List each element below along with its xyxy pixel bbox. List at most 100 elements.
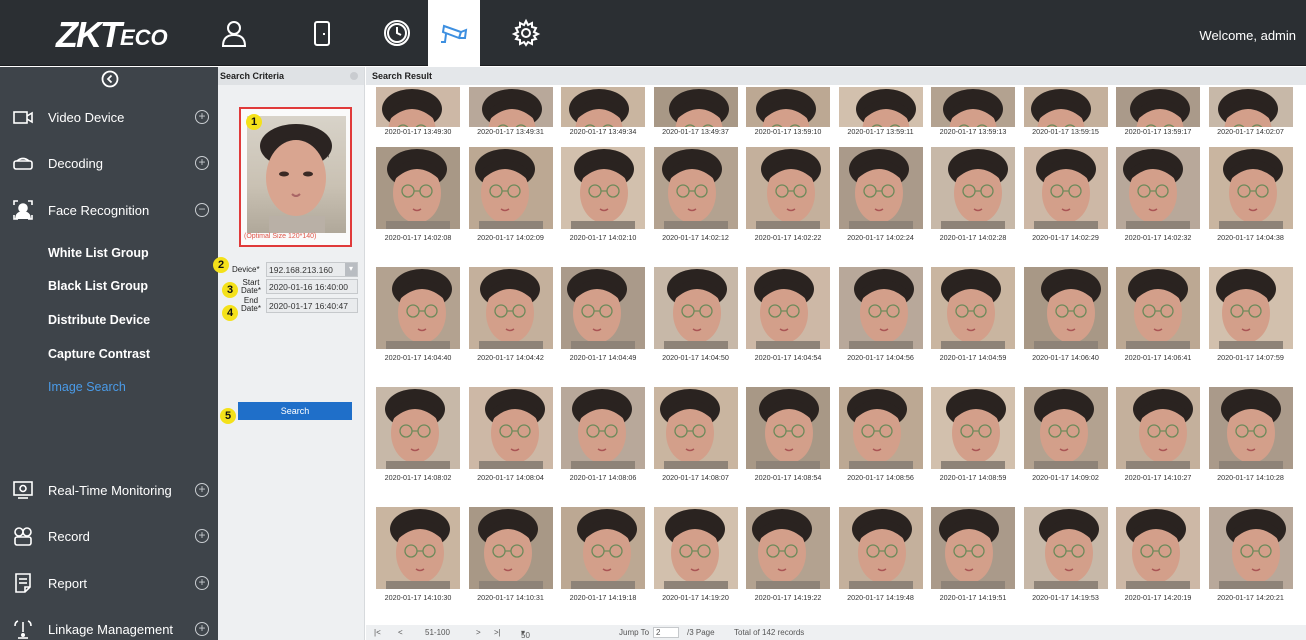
captured-face-thumbnail[interactable] (1116, 267, 1200, 349)
sidebar-item-decoding[interactable]: Decoding + (0, 143, 218, 183)
collapse-icon[interactable]: − (195, 203, 209, 217)
captured-face-thumbnail[interactable] (561, 507, 645, 589)
captured-face-thumbnail[interactable] (1023, 147, 1108, 229)
captured-face-thumbnail[interactable] (376, 147, 460, 229)
next-page-button[interactable]: > (476, 628, 481, 637)
prev-page-button[interactable]: < (398, 628, 403, 637)
capture-timestamp: 2020-01-17 14:04:42 (477, 353, 544, 362)
captured-face-thumbnail[interactable] (468, 387, 553, 469)
captured-face-thumbnail[interactable] (1023, 267, 1108, 349)
first-page-button[interactable]: |< (374, 628, 381, 637)
sidebar-subitem-distribute-device[interactable]: Distribute Device (48, 313, 150, 327)
captured-face-thumbnail[interactable] (838, 87, 923, 127)
captured-face-thumbnail[interactable] (838, 267, 923, 349)
captured-face-thumbnail[interactable] (653, 147, 738, 229)
capture-timestamp: 2020-01-17 14:08:02 (384, 473, 452, 482)
captured-face-thumbnail[interactable] (746, 267, 830, 349)
captured-face-thumbnail[interactable] (838, 147, 923, 229)
sidebar-item-record[interactable]: Record + (0, 516, 218, 556)
captured-face-thumbnail[interactable] (838, 387, 923, 469)
capture-timestamp: 2020-01-17 14:06:40 (1032, 353, 1099, 362)
captured-face-thumbnail[interactable] (1023, 507, 1108, 589)
expand-icon[interactable]: + (195, 622, 209, 636)
last-page-button[interactable]: >| (494, 628, 501, 637)
captured-face-thumbnail[interactable] (1208, 507, 1293, 589)
expand-icon[interactable]: + (195, 483, 209, 497)
captured-face-thumbnail[interactable] (1116, 87, 1200, 127)
expand-icon[interactable]: + (195, 110, 209, 124)
nav-system[interactable] (500, 0, 552, 66)
captured-face-thumbnail[interactable] (1208, 147, 1293, 229)
nav-video[interactable] (428, 0, 480, 66)
nav-access[interactable] (296, 0, 348, 66)
captured-face-thumbnail[interactable] (746, 507, 830, 589)
captured-face-thumbnail[interactable] (1208, 267, 1293, 349)
capture-timestamp: 2020-01-17 14:04:40 (384, 353, 452, 362)
captured-face-thumbnail[interactable] (468, 507, 553, 589)
captured-face-thumbnail[interactable] (1116, 147, 1200, 229)
collapse-sidebar-button[interactable] (101, 70, 119, 88)
captured-face-thumbnail[interactable] (653, 507, 738, 589)
expand-icon[interactable]: + (195, 156, 209, 170)
captured-face-thumbnail[interactable] (376, 507, 460, 589)
start-date-field[interactable]: 2020-01-16 16:40:00 (266, 279, 358, 294)
sidebar-subitem-black-list-group[interactable]: Black List Group (48, 279, 148, 293)
captured-face-thumbnail[interactable] (931, 387, 1015, 469)
captured-face-thumbnail[interactable] (931, 507, 1015, 589)
captured-face-thumbnail[interactable] (746, 147, 830, 229)
captured-face-thumbnail[interactable] (653, 387, 738, 469)
captured-face-thumbnail[interactable] (376, 267, 460, 349)
captured-face-thumbnail[interactable] (561, 267, 645, 349)
nav-personnel[interactable] (208, 0, 260, 66)
capture-timestamp: 2020-01-17 13:59:11 (847, 127, 914, 136)
captured-face-thumbnail[interactable] (653, 87, 738, 127)
device-select[interactable]: 192.168.213.160 ▾ (266, 262, 358, 277)
sidebar-subitem-white-list-group[interactable]: White List Group (48, 246, 149, 260)
captured-face-thumbnail[interactable] (561, 87, 645, 127)
sidebar-item-label: Real-Time Monitoring (48, 482, 172, 498)
sidebar-item-face-recognition[interactable]: Face Recognition − (0, 190, 218, 230)
captured-face-thumbnail[interactable] (838, 507, 923, 589)
captured-face-thumbnail[interactable] (561, 387, 645, 469)
captured-face-thumbnail[interactable] (468, 267, 553, 349)
chevron-left-icon (101, 70, 119, 88)
captured-face-thumbnail[interactable] (746, 87, 830, 127)
end-date-field[interactable]: 2020-01-17 16:40:47 (266, 298, 358, 313)
rows-per-page-select[interactable]: 50 rows per page ▾ (521, 628, 530, 640)
search-button[interactable]: Search (238, 402, 352, 420)
nav-attendance[interactable] (371, 0, 423, 66)
captured-face-thumbnail[interactable] (376, 387, 460, 469)
captured-face-thumbnail[interactable] (1116, 507, 1200, 589)
jump-to-input[interactable]: 2 (653, 627, 679, 638)
captured-face-thumbnail[interactable] (653, 267, 738, 349)
sidebar-subitem-capture-contrast[interactable]: Capture Contrast (48, 347, 150, 361)
sidebar-item-video-device[interactable]: Video Device + (0, 97, 218, 137)
captured-face-thumbnail[interactable] (1023, 387, 1108, 469)
captured-face-thumbnail[interactable] (746, 387, 830, 469)
sidebar-item-report[interactable]: Report + (0, 563, 218, 603)
capture-timestamp: 2020-01-17 14:19:20 (662, 593, 729, 602)
expand-icon[interactable]: + (195, 529, 209, 543)
captured-face-thumbnail[interactable] (1208, 87, 1293, 127)
captured-face-thumbnail[interactable] (376, 87, 460, 127)
captured-face-thumbnail[interactable] (1116, 387, 1200, 469)
chevron-down-icon[interactable]: ▾ (345, 263, 357, 276)
expand-icon[interactable]: + (195, 576, 209, 590)
capture-timestamp: 2020-01-17 14:02:24 (847, 233, 914, 242)
welcome-text[interactable]: Welcome, admin (1199, 28, 1296, 43)
sidebar-item-linkage-management[interactable]: Linkage Management + (0, 609, 218, 640)
captured-face-thumbnail[interactable] (1023, 87, 1108, 127)
captured-face-thumbnail[interactable] (468, 87, 553, 127)
captured-face-thumbnail[interactable] (931, 147, 1015, 229)
capture-timestamp: 2020-01-17 14:19:51 (939, 593, 1007, 602)
captured-face-thumbnail[interactable] (931, 87, 1015, 127)
captured-face-thumbnail[interactable] (931, 267, 1015, 349)
captured-face-thumbnail[interactable] (1208, 387, 1293, 469)
sidebar-subitem-image-search[interactable]: Image Search (48, 380, 126, 394)
captured-face-thumbnail[interactable] (561, 147, 645, 229)
sidebar-item-real-time-monitoring[interactable]: Real-Time Monitoring + (0, 470, 218, 510)
capture-timestamp: 2020-01-17 13:59:10 (754, 127, 822, 136)
capture-timestamp: 2020-01-17 14:08:59 (939, 473, 1007, 482)
linkage-icon (12, 618, 34, 640)
captured-face-thumbnail[interactable] (468, 147, 553, 229)
